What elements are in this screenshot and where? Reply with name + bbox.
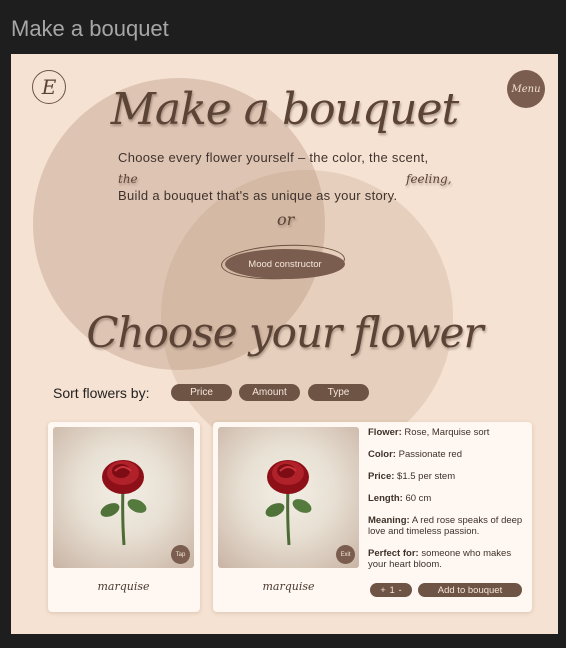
- quantity-stepper[interactable]: + 1 -: [370, 583, 412, 597]
- frame-title: Make a bouquet: [11, 16, 169, 41]
- flower-name: marquise: [97, 580, 150, 593]
- hero-word-feeling: feeling,: [406, 172, 452, 186]
- exit-badge[interactable]: Exit: [336, 545, 355, 564]
- detail-flower: Flower: Rose, Marquise sort: [368, 427, 490, 438]
- rose-image[interactable]: Tap: [53, 427, 194, 568]
- flower-card[interactable]: Tap marquise: [48, 422, 200, 612]
- section-title: Choose your flower: [86, 308, 483, 357]
- flower-card-expanded[interactable]: Exit marquise Flower: Rose, Marquise sor…: [213, 422, 532, 612]
- mood-constructor-button[interactable]: Mood constructor: [225, 249, 345, 279]
- detail-color: Color: Passionate red: [368, 449, 462, 460]
- detail-length: Length: 60 cm: [368, 493, 432, 504]
- detail-price: Price: $1.5 per stem: [368, 471, 456, 482]
- sort-type-button[interactable]: Type: [308, 384, 369, 401]
- hero-title: Make a bouquet: [110, 84, 459, 135]
- mood-constructor-group: Mood constructor: [220, 241, 347, 283]
- tap-badge[interactable]: Tap: [171, 545, 190, 564]
- hero-description-line1: Choose every flower yourself – the color…: [118, 150, 429, 165]
- flower-details: Flower: Rose, Marquise sort Color: Passi…: [368, 427, 528, 581]
- quantity-minus-button[interactable]: -: [399, 585, 402, 595]
- rose-image[interactable]: Exit: [218, 427, 359, 568]
- sort-amount-button[interactable]: Amount: [239, 384, 300, 401]
- page-canvas: E Menu Make a bouquet Choose every flowe…: [11, 54, 558, 634]
- detail-meaning: Meaning: A red rose speaks of deep love …: [368, 515, 523, 537]
- or-divider: or: [277, 210, 295, 229]
- quantity-value: 1: [389, 585, 395, 595]
- flower-name: marquise: [262, 580, 315, 593]
- hero-word-the: the: [118, 172, 138, 186]
- quantity-plus-button[interactable]: +: [380, 585, 385, 595]
- detail-perfect-for: Perfect for: someone who makes your hear…: [368, 548, 512, 570]
- sort-label: Sort flowers by:: [53, 385, 150, 401]
- hero-description-line2: Build a bouquet that's as unique as your…: [118, 188, 398, 203]
- add-to-bouquet-button[interactable]: Add to bouquet: [418, 583, 522, 597]
- sort-price-button[interactable]: Price: [171, 384, 232, 401]
